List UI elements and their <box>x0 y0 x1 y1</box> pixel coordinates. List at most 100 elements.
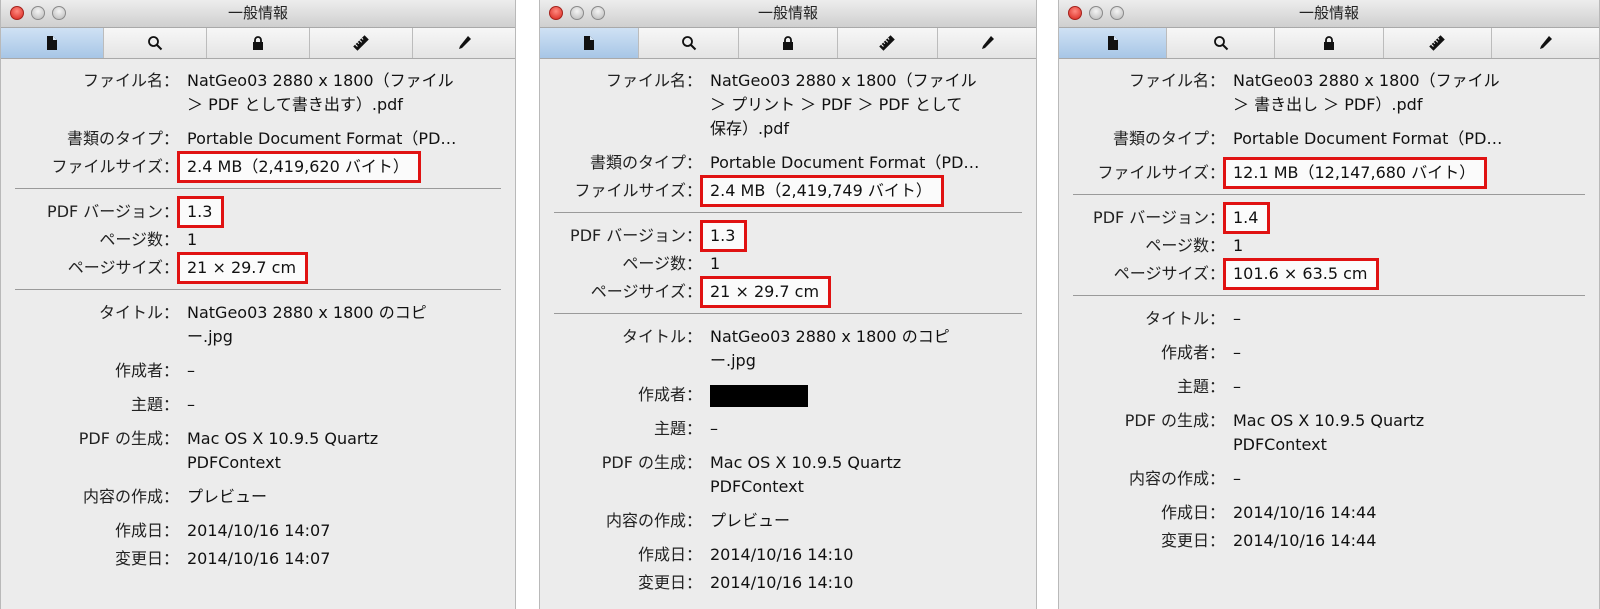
tab-security[interactable] <box>1275 28 1384 58</box>
value-doctype: Portable Document Format（PD… <box>187 129 457 148</box>
row-pages: ページ数： 1 <box>540 250 1036 278</box>
tab-security[interactable] <box>739 28 839 58</box>
tab-general-info[interactable] <box>540 28 640 58</box>
search-icon <box>1213 36 1229 51</box>
highlight-box: 1.3 <box>177 196 225 228</box>
zoom-button[interactable] <box>1110 6 1124 20</box>
highlight-box: 2.4 MB（2,419,620 バイト） <box>177 151 421 183</box>
divider <box>15 289 501 290</box>
inspector-toolbar <box>540 28 1036 59</box>
label-filename: ファイル名： <box>605 71 702 90</box>
row-pagesize: ページサイズ： 101.6 × 63.5 cm <box>1059 258 1599 290</box>
tab-annotations[interactable] <box>1492 28 1599 58</box>
row-pages: ページ数： 1 <box>1059 232 1599 260</box>
row-creator: 内容の作成： プレビュー <box>540 507 1036 535</box>
tab-crop[interactable] <box>1384 28 1492 58</box>
tab-general-info[interactable] <box>1059 28 1168 58</box>
window-title: 一般情報 <box>227 4 288 22</box>
value-creator: – <box>1233 469 1241 488</box>
value-modified: 2014/10/16 14:10 <box>710 573 854 592</box>
minimize-button[interactable] <box>31 6 45 20</box>
lock-icon <box>253 36 263 50</box>
tab-crop[interactable] <box>838 28 938 58</box>
tab-security[interactable] <box>207 28 310 58</box>
zoom-button[interactable] <box>591 6 605 20</box>
value-subject: – <box>710 419 718 438</box>
row-doctype: 書類のタイプ： Portable Document Format（PD… <box>540 149 1036 177</box>
general-info-icon <box>1107 36 1118 50</box>
value-author: – <box>1233 343 1241 362</box>
zoom-button[interactable] <box>52 6 66 20</box>
divider <box>554 313 1022 314</box>
value-pages: 1 <box>187 230 198 249</box>
row-filename: ファイル名： NatGeo03 2880 x 1800（ファイル ＞ 書き出し ＞… <box>1059 67 1599 119</box>
row-modified: 変更日： 2014/10/16 14:07 <box>1 545 515 573</box>
label-filename: ファイル名： <box>1128 71 1225 90</box>
minimize-button[interactable] <box>570 6 584 20</box>
label-creator: 内容の作成： <box>82 487 179 506</box>
close-button[interactable] <box>10 6 24 20</box>
value-producer: Mac OS X 10.9.5 Quartz PDFContext <box>1233 411 1425 454</box>
window-title: 一般情報 <box>757 4 818 22</box>
row-producer: PDF の生成： Mac OS X 10.9.5 Quartz PDFContex… <box>1059 407 1599 459</box>
inspector-toolbar <box>1059 28 1599 59</box>
ruler-icon <box>353 35 369 51</box>
divider <box>1073 295 1585 296</box>
ruler-icon <box>1429 35 1445 51</box>
titlebar: 一般情報 <box>1059 0 1599 28</box>
value-modified: 2014/10/16 14:44 <box>1233 531 1377 550</box>
value-title: – <box>1233 309 1241 328</box>
info-list: ファイル名： NatGeo03 2880 x 1800（ファイル ＞ 書き出し ＞… <box>1059 59 1599 555</box>
highlight-box: 12.1 MB（12,147,680 バイト） <box>1223 157 1488 189</box>
label-title: タイトル： <box>1144 309 1225 328</box>
tab-search[interactable] <box>104 28 207 58</box>
row-title: タイトル： NatGeo03 2880 x 1800 のコピ ー.jpg <box>1 299 515 351</box>
info-list: ファイル名： NatGeo03 2880 x 1800（ファイル ＞ PDF とし… <box>1 59 515 573</box>
close-button[interactable] <box>1068 6 1082 20</box>
value-pdfversion: 1.3 <box>187 202 213 221</box>
highlight-box: 21 × 29.7 cm <box>700 276 832 308</box>
value-title: NatGeo03 2880 x 1800 のコピ ー.jpg <box>187 303 427 346</box>
label-filesize: ファイルサイズ： <box>1097 163 1225 182</box>
value-creator: プレビュー <box>710 511 791 530</box>
value-producer: Mac OS X 10.9.5 Quartz PDFContext <box>187 429 379 472</box>
value-filename: NatGeo03 2880 x 1800（ファイル ＞ プリント ＞ PDF ＞… <box>710 71 977 138</box>
label-subject: 主題： <box>1176 377 1225 396</box>
label-creator: 内容の作成： <box>1128 469 1225 488</box>
label-pdfversion: PDF バージョン： <box>1093 208 1225 227</box>
row-pages: ページ数： 1 <box>1 226 515 254</box>
label-created: 作成日： <box>114 521 179 540</box>
value-producer: Mac OS X 10.9.5 Quartz PDFContext <box>710 453 902 496</box>
tab-search[interactable] <box>1167 28 1276 58</box>
label-created: 作成日： <box>637 545 702 564</box>
info-list: ファイル名： NatGeo03 2880 x 1800（ファイル ＞ プリント ＞… <box>540 59 1036 597</box>
row-creator: 内容の作成： – <box>1059 465 1599 493</box>
highlight-box: 21 × 29.7 cm <box>177 252 309 284</box>
label-pagesize: ページサイズ： <box>590 282 702 301</box>
value-filesize: 12.1 MB（12,147,680 バイト） <box>1233 163 1476 182</box>
tab-crop[interactable] <box>310 28 413 58</box>
label-subject: 主題： <box>130 395 179 414</box>
row-subject: 主題： – <box>540 415 1036 443</box>
row-pdfversion: PDF バージョン： 1.3 <box>1 196 515 228</box>
minimize-button[interactable] <box>1089 6 1103 20</box>
close-button[interactable] <box>549 6 563 20</box>
tab-general-info[interactable] <box>1 28 104 58</box>
row-modified: 変更日： 2014/10/16 14:10 <box>540 569 1036 597</box>
label-modified: 変更日： <box>637 573 702 592</box>
value-doctype: Portable Document Format（PD… <box>1233 129 1503 148</box>
value-filename: NatGeo03 2880 x 1800（ファイル ＞ PDF として書き出す）… <box>187 71 454 114</box>
highlight-box: 2.4 MB（2,419,749 バイト） <box>700 175 944 207</box>
titlebar: 一般情報 <box>540 0 1036 28</box>
row-filesize: ファイルサイズ： 12.1 MB（12,147,680 バイト） <box>1059 157 1599 189</box>
tab-annotations[interactable] <box>413 28 515 58</box>
tab-annotations[interactable] <box>938 28 1036 58</box>
label-pages: ページ数： <box>1145 236 1225 255</box>
divider <box>15 188 501 189</box>
divider <box>1073 194 1585 195</box>
value-subject: – <box>1233 377 1241 396</box>
label-pagesize: ページサイズ： <box>67 258 179 277</box>
titlebar: 一般情報 <box>1 0 515 28</box>
label-doctype: 書類のタイプ： <box>1112 129 1225 148</box>
tab-search[interactable] <box>639 28 739 58</box>
